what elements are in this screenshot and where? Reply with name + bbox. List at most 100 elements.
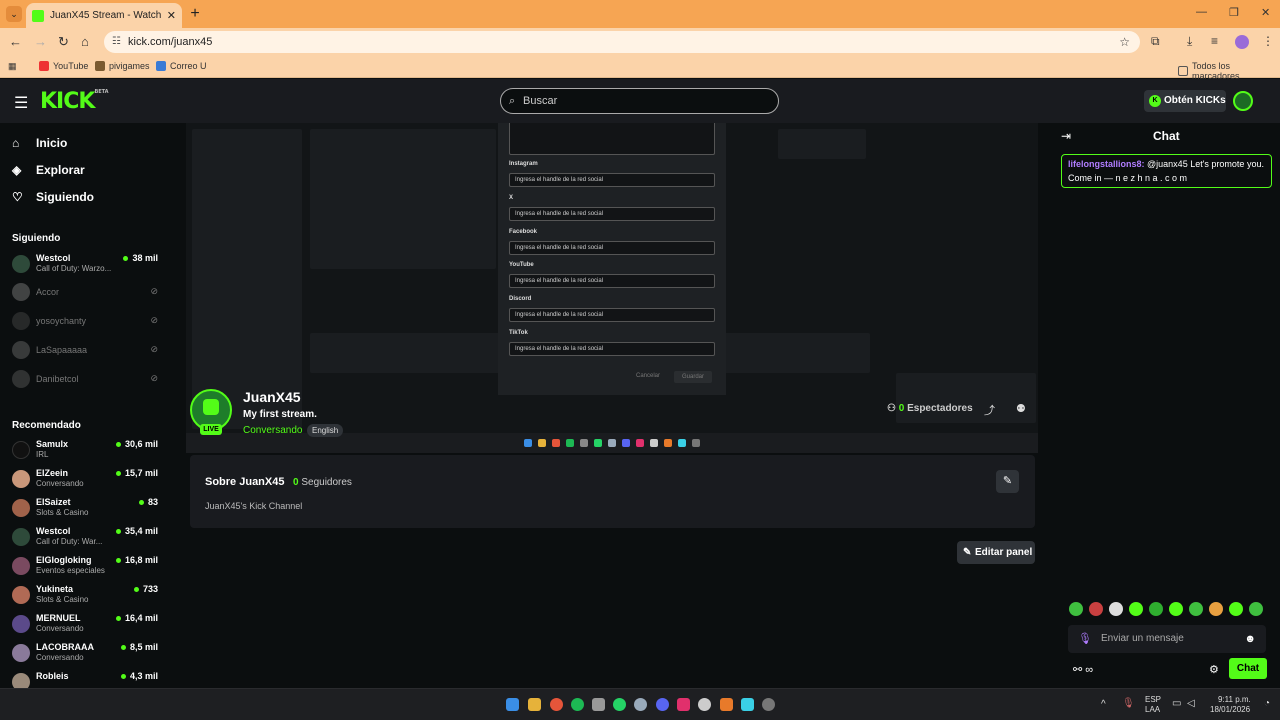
- recommended-channel[interactable]: MERNUEL Conversando 16,4 mil: [12, 613, 162, 639]
- stream-category[interactable]: Conversando: [243, 425, 302, 436]
- bookmark-star-icon[interactable]: ☆: [1119, 31, 1130, 53]
- search-input[interactable]: ⌕ Buscar: [500, 88, 779, 114]
- site-info-icon[interactable]: ☷: [112, 31, 121, 53]
- calculator-icon[interactable]: [592, 698, 605, 711]
- tray-time[interactable]: 9:11 p.m.: [1218, 695, 1251, 704]
- recommended-channel[interactable]: Samulx IRL 30,6 mil: [12, 439, 162, 465]
- streamer-name[interactable]: JuanX45: [243, 389, 301, 405]
- chat-tools-icon[interactable]: ⚯ ∞: [1073, 663, 1093, 676]
- facebook-input[interactable]: Ingresa el handle de la red social: [509, 241, 715, 255]
- settings-icon[interactable]: [762, 698, 775, 711]
- chat-input[interactable]: 🎙 Enviar un mensaje ☻: [1068, 625, 1266, 653]
- nav-explorar[interactable]: ◈ Explorar: [12, 163, 85, 177]
- emoji-icon[interactable]: ☻: [1244, 625, 1256, 653]
- nav-siguiendo[interactable]: ♡ Siguiendo: [12, 190, 94, 204]
- minimize-icon[interactable]: —: [1196, 6, 1207, 18]
- new-tab-button[interactable]: +: [186, 5, 204, 23]
- emote-icon[interactable]: [1209, 602, 1223, 616]
- app-icon[interactable]: [741, 698, 754, 711]
- recommended-channel[interactable]: ElGlogloking Eventos especiales 16,8 mil: [12, 555, 162, 581]
- collapse-chat-icon[interactable]: ⇥: [1061, 129, 1071, 143]
- emote-icon[interactable]: [1149, 602, 1163, 616]
- notifications-icon[interactable]: ◔: [1264, 698, 1270, 709]
- bookmark-pivigames[interactable]: pivigames: [95, 61, 150, 71]
- save-button[interactable]: Guardar: [674, 371, 712, 383]
- following-channel-yosoychanty[interactable]: yosoychanty ⊘: [12, 310, 162, 336]
- following-channel-accor[interactable]: Accor ⊘: [12, 281, 162, 307]
- bio-textarea[interactable]: [509, 123, 715, 155]
- all-bookmarks[interactable]: Todos los marcadores: [1178, 61, 1280, 81]
- openai-icon[interactable]: [698, 698, 711, 711]
- window-close-icon[interactable]: ✕: [1261, 6, 1270, 19]
- illustrator-icon[interactable]: [720, 698, 733, 711]
- spotify-icon[interactable]: [571, 698, 584, 711]
- discord-icon[interactable]: [656, 698, 669, 711]
- chat-settings-icon[interactable]: ⚙: [1209, 663, 1219, 676]
- get-kicks-button[interactable]: K Obtén KICKs: [1144, 90, 1226, 112]
- language-tag[interactable]: English: [307, 424, 344, 437]
- discord-input[interactable]: Ingresa el handle de la red social: [509, 308, 715, 322]
- instagram-input[interactable]: Ingresa el handle de la red social: [509, 173, 715, 187]
- tab-search-icon[interactable]: ⌄: [6, 6, 22, 22]
- menu-icon[interactable]: ⋮: [1262, 34, 1274, 48]
- windows-start-icon[interactable]: [506, 698, 519, 711]
- message-username[interactable]: lifelongstallions8:: [1068, 159, 1145, 169]
- file-explorer-icon[interactable]: [528, 698, 541, 711]
- emote-icon[interactable]: [1229, 602, 1243, 616]
- emote-icon[interactable]: [1169, 602, 1183, 616]
- recommended-channel[interactable]: LACOBRAAA Conversando 8,5 mil: [12, 642, 162, 668]
- instagram-icon[interactable]: [677, 698, 690, 711]
- user-avatar[interactable]: [1233, 91, 1253, 111]
- tray-chevron-icon[interactable]: ^: [1101, 699, 1106, 710]
- tray-microphone-icon[interactable]: 🎙: [1122, 698, 1135, 709]
- maximize-icon[interactable]: ❐: [1229, 6, 1239, 19]
- following-channel-westcol[interactable]: Westcol Call of Duty: Warzo... 38 mil: [12, 253, 162, 279]
- forward-icon[interactable]: →: [34, 34, 47, 49]
- hamburger-menu-icon[interactable]: ☰: [14, 93, 28, 113]
- whatsapp-icon[interactable]: [613, 698, 626, 711]
- tiktok-input[interactable]: Ingresa el handle de la red social: [509, 342, 715, 356]
- recommended-channel[interactable]: Robleis 4,3 mil: [12, 671, 162, 688]
- share-icon[interactable]: ⤴: [984, 402, 995, 418]
- bookmark-correo[interactable]: Correo U: [156, 61, 207, 71]
- edit-panel-button[interactable]: ✎ Editar panel: [957, 541, 1035, 564]
- send-chat-button[interactable]: Chat: [1229, 658, 1267, 679]
- recommended-channel[interactable]: Westcol Call of Duty: War... 35,4 mil: [12, 526, 162, 552]
- bookmark-youtube[interactable]: YouTube: [39, 61, 88, 71]
- emote-icon[interactable]: [1249, 602, 1263, 616]
- profile-avatar[interactable]: [1235, 35, 1249, 49]
- following-channel-danibetcol[interactable]: Danibetcol ⊘: [12, 368, 162, 394]
- volume-icon[interactable]: ◁: [1187, 698, 1195, 709]
- media-icon[interactable]: ≡: [1211, 34, 1218, 48]
- emote-icon[interactable]: [1069, 602, 1083, 616]
- network-icon[interactable]: ▭: [1172, 698, 1181, 709]
- nav-inicio[interactable]: ⌂ Inicio: [12, 136, 67, 150]
- emote-icon[interactable]: [1189, 602, 1203, 616]
- browser-tab[interactable]: JuanX45 Stream - Watch Li ✕: [26, 3, 182, 28]
- user-follow-icon[interactable]: ⚉: [1016, 402, 1026, 415]
- reload-icon[interactable]: ↻: [58, 34, 69, 50]
- microphone-icon[interactable]: 🎙: [1078, 625, 1092, 653]
- apps-icon[interactable]: ▦: [8, 61, 17, 72]
- home-button-icon[interactable]: ⌂: [81, 34, 89, 49]
- recommended-channel[interactable]: Yukineta Slots & Casino 733: [12, 584, 162, 610]
- emote-icon[interactable]: [1129, 602, 1143, 616]
- edit-about-button[interactable]: ✎: [996, 470, 1019, 493]
- tray-date[interactable]: 18/01/2026: [1210, 705, 1250, 714]
- steam-icon[interactable]: [634, 698, 647, 711]
- youtube-input[interactable]: Ingresa el handle de la red social: [509, 274, 715, 288]
- emote-icon[interactable]: [1109, 602, 1123, 616]
- chrome-icon[interactable]: [550, 698, 563, 711]
- address-bar[interactable]: ☷ kick.com/juanx45 ☆: [104, 31, 1140, 53]
- cancel-button[interactable]: Cancelar: [636, 373, 660, 379]
- back-icon[interactable]: ←: [9, 34, 22, 49]
- recommended-channel[interactable]: ElSaizet Slots & Casino 83: [12, 497, 162, 523]
- kick-logo[interactable]: KICKBETA: [40, 89, 109, 114]
- download-icon[interactable]: ⤓: [1187, 34, 1192, 49]
- emote-icon[interactable]: [1089, 602, 1103, 616]
- tray-language-layout[interactable]: LAA: [1145, 705, 1160, 714]
- recommended-channel[interactable]: ElZeein Conversando 15,7 mil: [12, 468, 162, 494]
- x-input[interactable]: Ingresa el handle de la red social: [509, 207, 715, 221]
- tab-close-icon[interactable]: ✕: [167, 9, 176, 22]
- extensions-icon[interactable]: ⧉: [1151, 34, 1160, 49]
